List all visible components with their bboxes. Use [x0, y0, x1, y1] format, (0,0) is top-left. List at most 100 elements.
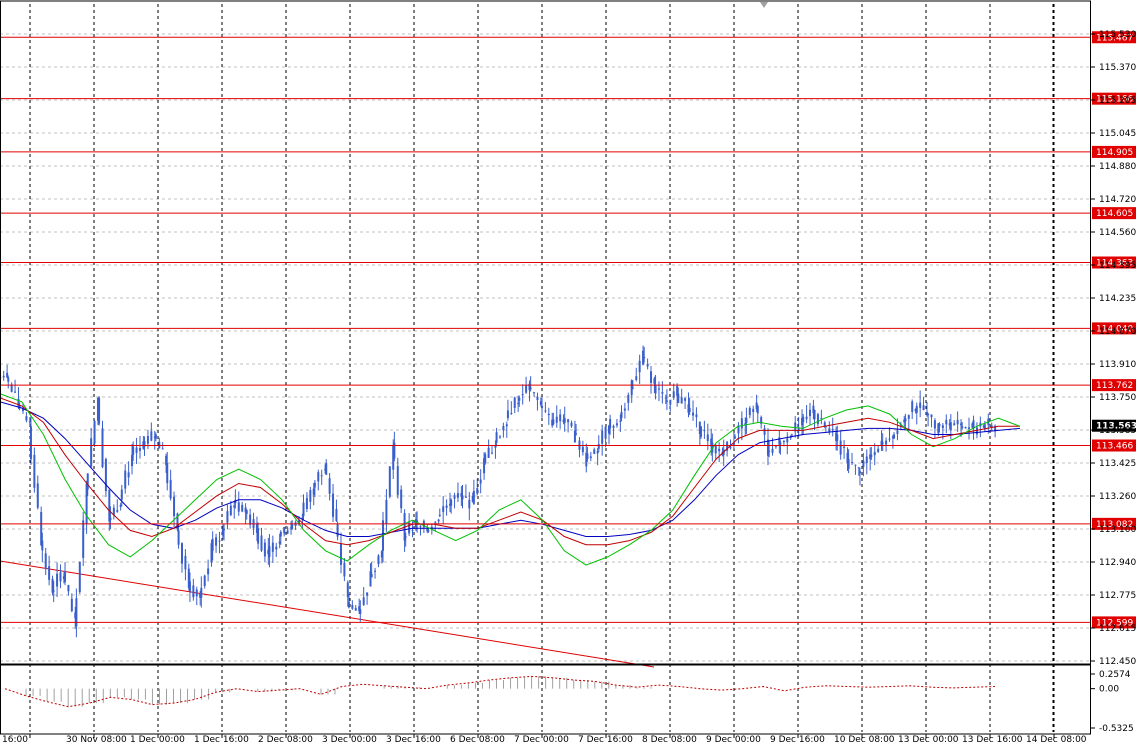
oscillator-panel — [4, 675, 996, 708]
candle-body — [695, 414, 698, 418]
candle-body — [949, 422, 952, 431]
candle-body — [223, 528, 226, 531]
candle-body — [245, 509, 248, 514]
candle-body — [823, 422, 826, 427]
candle-body — [377, 555, 380, 565]
candle-body — [411, 529, 414, 531]
candle-body — [661, 392, 664, 394]
y-tick-label: 114.880 — [1099, 162, 1136, 172]
candle-body — [816, 414, 819, 425]
candle-body — [612, 425, 615, 428]
candle-body — [135, 447, 138, 453]
candle-body — [192, 585, 195, 598]
candle-body — [820, 417, 823, 419]
candle-body — [180, 543, 183, 564]
candle-body — [442, 506, 445, 513]
candle-body — [964, 426, 967, 429]
candle-body — [229, 505, 232, 516]
candle-body — [335, 508, 338, 521]
candle-body — [86, 473, 89, 490]
candle-body — [249, 514, 252, 525]
candle-body — [521, 394, 524, 396]
candle-body — [487, 447, 490, 458]
candle-body — [748, 407, 751, 416]
candle-body — [241, 504, 244, 512]
candle-body — [809, 409, 812, 417]
candle-body — [518, 397, 521, 401]
y-tick-label: 113.910 — [1099, 360, 1136, 370]
candles — [0, 345, 997, 638]
candle-body — [109, 517, 112, 521]
candle-body — [286, 530, 289, 534]
candle-body — [161, 448, 164, 450]
y-tick-label: 115.530 — [1099, 30, 1136, 40]
trendline[interactable] — [0, 560, 655, 668]
candle-body — [25, 416, 28, 421]
candle-body — [953, 423, 956, 426]
candle-body — [445, 505, 448, 508]
candle-body — [48, 566, 51, 580]
candle-body — [570, 422, 573, 427]
candle-body — [404, 536, 407, 538]
candle-body — [479, 479, 482, 484]
candle-body — [631, 387, 634, 389]
candle-body — [734, 436, 737, 439]
candle-body — [665, 400, 668, 402]
candle-body — [138, 448, 141, 451]
candle-body — [575, 433, 578, 435]
y-tick-label: 115.370 — [1099, 63, 1136, 73]
y-tick-label: 114.070 — [1099, 327, 1136, 337]
candle-body — [881, 442, 884, 444]
candle-body — [623, 408, 626, 411]
price-levels[interactable]: 115.467115.166114.905114.605114.363114.0… — [0, 31, 1137, 629]
candle-body — [464, 496, 467, 498]
candle-body — [782, 440, 785, 443]
candle-body — [200, 587, 203, 598]
candle-body — [64, 571, 67, 582]
osc-tick-label: -0.5325 — [1099, 724, 1134, 734]
candle-body — [786, 438, 789, 443]
y-tick-label: 115.205 — [1099, 96, 1136, 106]
candle-body — [453, 495, 456, 499]
candle-body — [437, 519, 440, 522]
candle-body — [302, 502, 305, 517]
candle-body — [858, 471, 861, 474]
y-tick-label: 114.395 — [1099, 261, 1136, 271]
y-tick-label: 112.775 — [1099, 591, 1136, 601]
candle-body — [41, 540, 44, 551]
candle-body — [896, 430, 899, 434]
candle-body — [44, 553, 47, 569]
price-level-label: 114.905 — [1096, 148, 1133, 158]
candle-body — [215, 537, 218, 546]
candle-body — [70, 598, 73, 612]
candle-body — [680, 397, 683, 404]
candle-body — [237, 502, 240, 512]
candle-body — [450, 499, 453, 506]
candle-body — [593, 449, 596, 454]
candle-body — [388, 466, 391, 497]
candle-body — [933, 420, 936, 429]
candle-body — [805, 416, 808, 420]
price-chart[interactable]: 115.467115.166114.905114.605114.363114.0… — [0, 0, 1140, 754]
candle-body — [983, 424, 986, 429]
candle-body — [904, 418, 907, 422]
candle-body — [688, 407, 691, 412]
candle-body — [351, 604, 354, 609]
candle-body — [635, 376, 638, 380]
candle-body — [257, 528, 260, 544]
candle-body — [813, 410, 816, 420]
candle-body — [207, 568, 210, 575]
candle-body — [260, 535, 263, 551]
trendline-segment[interactable] — [0, 560, 655, 668]
candle-body — [692, 412, 695, 416]
candle-body — [703, 430, 706, 432]
candle-body — [831, 429, 834, 431]
y-tick-label: 113.100 — [1099, 525, 1136, 535]
candle-body — [347, 601, 350, 608]
candle-body — [158, 441, 161, 449]
candle-body — [271, 542, 274, 552]
candle-body — [533, 392, 536, 394]
price-level-label: 113.466 — [1096, 442, 1133, 452]
candle-body — [36, 483, 39, 508]
candle-body — [116, 509, 119, 512]
